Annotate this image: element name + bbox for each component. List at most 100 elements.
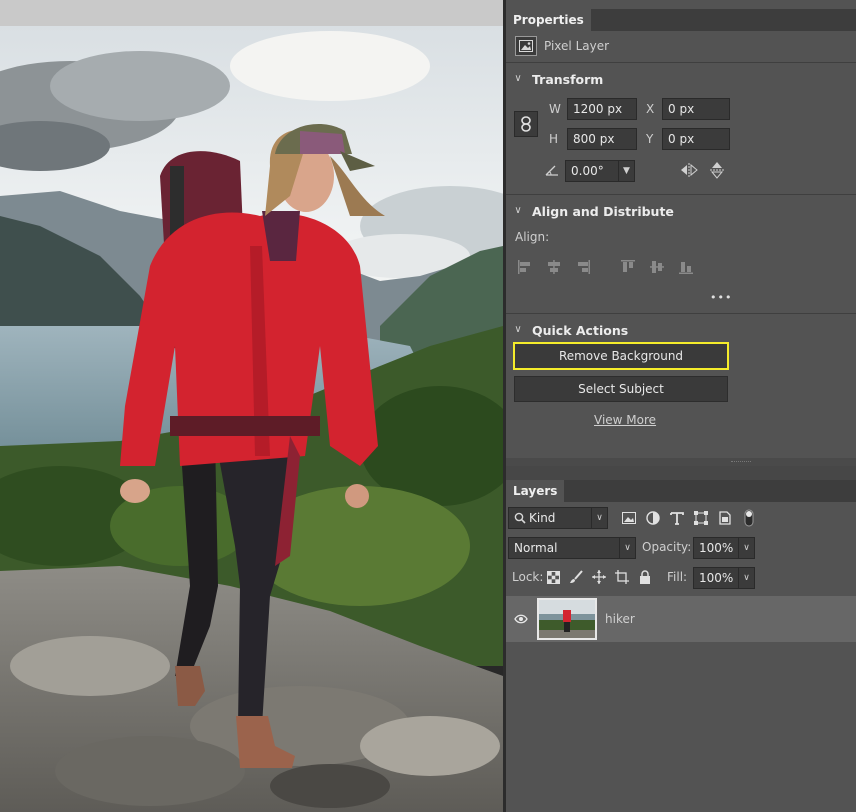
lock-label: Lock: [512,570,544,584]
transform-title: Transform [532,71,604,87]
filter-pixel-layers-button[interactable] [620,509,638,527]
right-panels: Properties Pixel Layer ∨ Transform W 120… [506,0,856,812]
chevron-down-icon[interactable]: ∨ [738,538,754,558]
blend-mode-select[interactable]: Normal ∨ [508,537,636,559]
chevron-down-icon[interactable]: ∨ [591,508,607,528]
chevron-down-icon[interactable]: ∨ [619,538,635,558]
height-field[interactable]: 800 px [567,128,637,150]
align-center-icon [548,260,560,274]
flip-horizontal-button[interactable] [678,160,700,180]
lock-image-pixels-button[interactable] [568,569,584,585]
width-field[interactable]: 1200 px [567,98,637,120]
select-subject-button[interactable]: Select Subject [514,376,728,402]
transform-section-header[interactable]: ∨ Transform [512,70,603,88]
chain-link-icon [521,116,531,132]
lock-all-button[interactable] [637,569,653,585]
grip-icon [731,461,751,463]
y-field[interactable]: 0 px [662,128,730,150]
pixel-layer-label: Pixel Layer [544,39,610,53]
document-canvas[interactable] [0,0,503,812]
view-more-link[interactable]: View More [594,413,656,427]
filter-shape-layers-button[interactable] [692,509,710,527]
align-title: Align and Distribute [532,203,674,219]
align-top-edges-button[interactable] [619,258,637,276]
fill-label: Fill: [667,570,688,584]
panel-gap [506,466,856,480]
layer-row[interactable]: hiker [506,596,856,642]
quick-actions-section-header[interactable]: ∨ Quick Actions [512,321,628,339]
move-icon [592,570,606,584]
lock-transparent-pixels-button[interactable] [545,569,561,585]
align-left-edges-button[interactable] [516,258,534,276]
align-bottom-icon [679,262,693,274]
align-vertical-centers-button[interactable] [648,258,666,276]
search-icon [514,512,526,524]
more-options-button[interactable]: ••• [710,288,732,308]
filter-adjustment-layers-button[interactable] [644,509,662,527]
panel-resize-handle[interactable] [506,458,856,466]
canvas-pasteboard [0,0,503,26]
lock-icon [640,570,650,584]
shape-transform-icon [694,511,708,525]
checkerboard-icon [546,570,560,584]
smart-object-icon [719,511,731,525]
chevron-down-icon[interactable]: ∨ [738,568,754,588]
toggle-switch-icon [744,509,754,527]
artboard-icon [615,570,629,584]
chevron-down-icon: ∨ [514,324,522,335]
opacity-field[interactable]: 100% ∨ [693,537,755,559]
half-circle-icon [646,511,660,525]
x-field[interactable]: 0 px [662,98,730,120]
chevron-down-icon[interactable]: ▼ [618,161,634,181]
layer-name[interactable]: hiker [605,609,635,629]
opacity-label: Opacity: [642,540,692,554]
height-label: H [549,132,559,146]
brush-icon [570,570,583,583]
filter-toggle-button[interactable] [742,508,756,528]
layers-tabbar: Layers [506,480,856,502]
pixel-layer-icon [515,36,537,56]
align-top-icon [621,260,635,272]
link-dimensions-button[interactable] [514,111,538,137]
x-label: X [646,102,655,116]
angle-value: 0.00° [571,164,604,178]
opacity-value: 100% [699,541,734,555]
align-bottom-edges-button[interactable] [677,258,695,276]
align-left-icon [518,260,530,274]
align-label: Align: [515,230,550,244]
chevron-down-icon: ∨ [514,73,522,84]
type-icon [670,512,684,525]
quick-actions-title: Quick Actions [532,322,629,338]
blend-mode-value: Normal [514,541,558,555]
filter-type-layers-button[interactable] [668,509,686,527]
fill-field[interactable]: 100% ∨ [693,567,755,589]
visibility-toggle[interactable] [512,611,530,627]
align-section-header[interactable]: ∨ Align and Distribute [512,202,674,220]
align-right-icon [578,260,590,274]
tab-properties[interactable]: Properties [506,9,591,31]
align-middle-icon [650,261,664,273]
image-icon [622,512,636,524]
filter-kind-value: Kind [529,511,556,525]
width-label: W [549,102,561,116]
layer-filter-kind-select[interactable]: Kind ∨ [508,507,608,529]
remove-background-button[interactable]: Remove Background [513,342,729,370]
eye-icon [514,614,528,624]
filter-smart-objects-button[interactable] [716,509,734,527]
lock-position-button[interactable] [591,569,607,585]
align-horizontal-centers-button[interactable] [545,258,563,276]
chevron-down-icon: ∨ [514,205,522,216]
fill-value: 100% [699,571,734,585]
properties-tabbar: Properties [506,9,856,31]
angle-icon [544,162,560,178]
flip-vertical-icon [710,162,724,179]
tab-layers[interactable]: Layers [506,480,565,502]
layer-thumbnail [537,598,597,640]
y-label: Y [646,132,654,146]
lock-artboard-button[interactable] [614,569,630,585]
hiker-photo [0,26,503,812]
align-right-edges-button[interactable] [574,258,592,276]
angle-field[interactable]: 0.00° ▼ [565,160,635,182]
flip-horizontal-icon [681,163,698,177]
flip-vertical-button[interactable] [706,160,728,180]
